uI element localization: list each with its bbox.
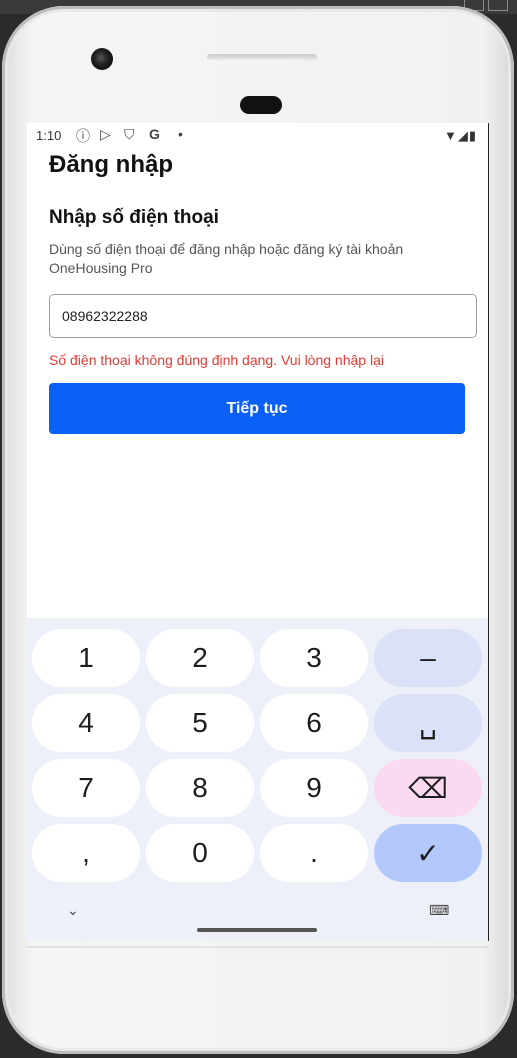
section-title: Nhập số điện thoại: [49, 207, 219, 228]
key-comma[interactable]: ,: [32, 824, 140, 882]
error-message: Số điện thoại không đúng định dạng. Vui …: [49, 352, 384, 368]
key-dash[interactable]: –: [374, 629, 482, 687]
window-close-button[interactable]: [488, 0, 508, 11]
continue-button[interactable]: Tiếp tục: [49, 383, 465, 434]
hide-keyboard-icon[interactable]: ⌄: [67, 902, 79, 919]
dot-icon: •: [178, 126, 183, 142]
key-period[interactable]: .: [260, 824, 368, 882]
earpiece-speaker: [207, 54, 317, 60]
phone-number-input[interactable]: 08962322288: [49, 294, 477, 338]
check-icon: ✓: [416, 837, 440, 869]
wifi-icon: ▼: [443, 128, 458, 143]
app-screen: 1:10 ⓘ ▷ ⛉ G • ▼◢▮ Đăng nhập Nhập số điệ…: [27, 123, 489, 941]
battery-icon: ▮: [468, 128, 477, 143]
keyboard-switch-icon[interactable]: ⌨: [429, 902, 449, 919]
space-key[interactable]: ␣: [374, 694, 482, 752]
key-7[interactable]: 7: [32, 759, 140, 817]
key-1[interactable]: 1: [32, 629, 140, 687]
proximity-sensor: [240, 96, 282, 114]
key-4[interactable]: 4: [32, 694, 140, 752]
status-time: 1:10: [36, 128, 62, 143]
signal-icon: ◢: [457, 128, 469, 143]
key-3[interactable]: 3: [260, 629, 368, 687]
key-0[interactable]: 0: [146, 824, 254, 882]
home-indicator[interactable]: [197, 928, 317, 932]
info-icon: ⓘ: [76, 128, 90, 144]
phone-chin-divider: [26, 946, 490, 948]
camera-icon: [91, 48, 113, 70]
page-title: Đăng nhập: [49, 151, 173, 178]
key-9[interactable]: 9: [260, 759, 368, 817]
status-right-icons: ▼◢▮: [444, 128, 477, 144]
key-2[interactable]: 2: [146, 629, 254, 687]
play-store-icon: ▷: [100, 126, 111, 142]
delete-key[interactable]: ⌫: [374, 759, 482, 817]
shield-icon: ⛉: [124, 126, 135, 142]
key-5[interactable]: 5: [146, 694, 254, 752]
google-icon: G: [149, 126, 160, 142]
section-description: Dùng số điện thoại để đăng nhập hoặc đăn…: [49, 241, 404, 276]
numeric-keyboard: 1 2 3 – 4 5 6 ␣ 7 8 9 ⌫ , 0 . ✓ ⌄ ⌨: [27, 618, 489, 941]
status-bar: 1:10 ⓘ ▷ ⛉ G • ▼◢▮: [27, 123, 489, 149]
key-6[interactable]: 6: [260, 694, 368, 752]
screen-edge: [488, 123, 489, 941]
done-key[interactable]: ✓: [374, 824, 482, 882]
key-8[interactable]: 8: [146, 759, 254, 817]
space-icon: ␣: [419, 707, 437, 739]
backspace-icon: ⌫: [408, 772, 448, 804]
